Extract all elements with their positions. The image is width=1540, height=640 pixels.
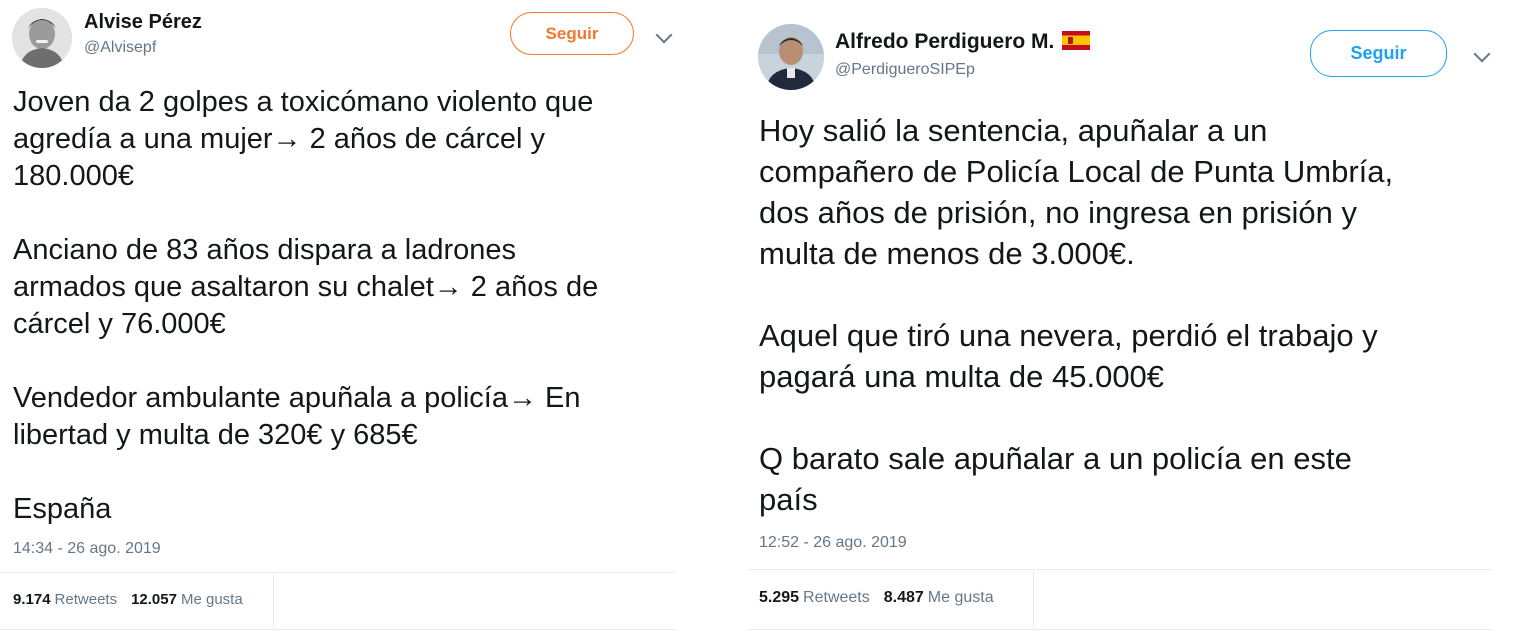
- tweet-timestamp[interactable]: 12:52 - 26 ago. 2019: [759, 534, 907, 552]
- retweets-stat[interactable]: 5.295 Retweets: [759, 589, 870, 607]
- tweet-stats: 9.174 Retweets 12.057 Me gusta: [13, 591, 257, 608]
- tweet-card-alfredo: Alfredo Perdiguero M. @PerdigueroSIPEp S…: [748, 0, 1538, 640]
- chevron-down-icon[interactable]: [1473, 45, 1491, 63]
- retweets-count: 9.174: [13, 591, 51, 608]
- likes-count: 12.057: [131, 591, 177, 608]
- display-name[interactable]: Alvise Pérez: [84, 11, 202, 34]
- tweet-card-alvise: Alvise Pérez @Alvisepf Seguir Joven da 2…: [0, 0, 690, 640]
- screenshot-canvas: Alvise Pérez @Alvisepf Seguir Joven da 2…: [0, 0, 1540, 640]
- retweets-label: Retweets: [54, 591, 118, 608]
- user-handle[interactable]: @Alvisepf: [84, 39, 156, 57]
- retweets-count: 5.295: [759, 589, 800, 606]
- avatar-photo: [758, 24, 824, 90]
- likes-stat[interactable]: 8.487 Me gusta: [884, 589, 994, 607]
- retweets-label: Retweets: [803, 589, 870, 606]
- likes-count: 8.487: [883, 589, 924, 606]
- tweet-stats: 5.295 Retweets 8.487 Me gusta: [759, 589, 1008, 607]
- follow-button[interactable]: Seguir: [1310, 30, 1447, 77]
- chevron-down-icon[interactable]: [655, 26, 673, 44]
- avatar[interactable]: [12, 8, 72, 68]
- tweet-text: Joven da 2 golpes a toxicómano violento …: [13, 86, 599, 525]
- tweet-timestamp[interactable]: 14:34 - 26 ago. 2019: [13, 540, 161, 558]
- avatar[interactable]: [758, 24, 824, 90]
- likes-stat[interactable]: 12.057 Me gusta: [131, 591, 243, 608]
- avatar-photo: [12, 8, 72, 68]
- divider: [748, 629, 1492, 630]
- spain-flag-icon: [1062, 31, 1091, 50]
- stats-separator: [1033, 571, 1034, 628]
- user-handle[interactable]: @PerdigueroSIPEp: [835, 61, 975, 79]
- follow-button[interactable]: Seguir: [510, 12, 634, 55]
- display-name[interactable]: Alfredo Perdiguero M.: [835, 30, 1091, 54]
- likes-label: Me gusta: [927, 589, 994, 606]
- retweets-stat[interactable]: 9.174 Retweets: [13, 591, 117, 608]
- tweet-text: Hoy salió la sentencia, apuñalar a un co…: [759, 113, 1394, 517]
- stats-separator: [273, 574, 274, 628]
- divider: [0, 572, 676, 573]
- divider: [748, 569, 1492, 570]
- likes-label: Me gusta: [180, 591, 243, 608]
- divider: [0, 629, 676, 630]
- display-name-text: Alfredo Perdiguero M.: [835, 30, 1055, 53]
